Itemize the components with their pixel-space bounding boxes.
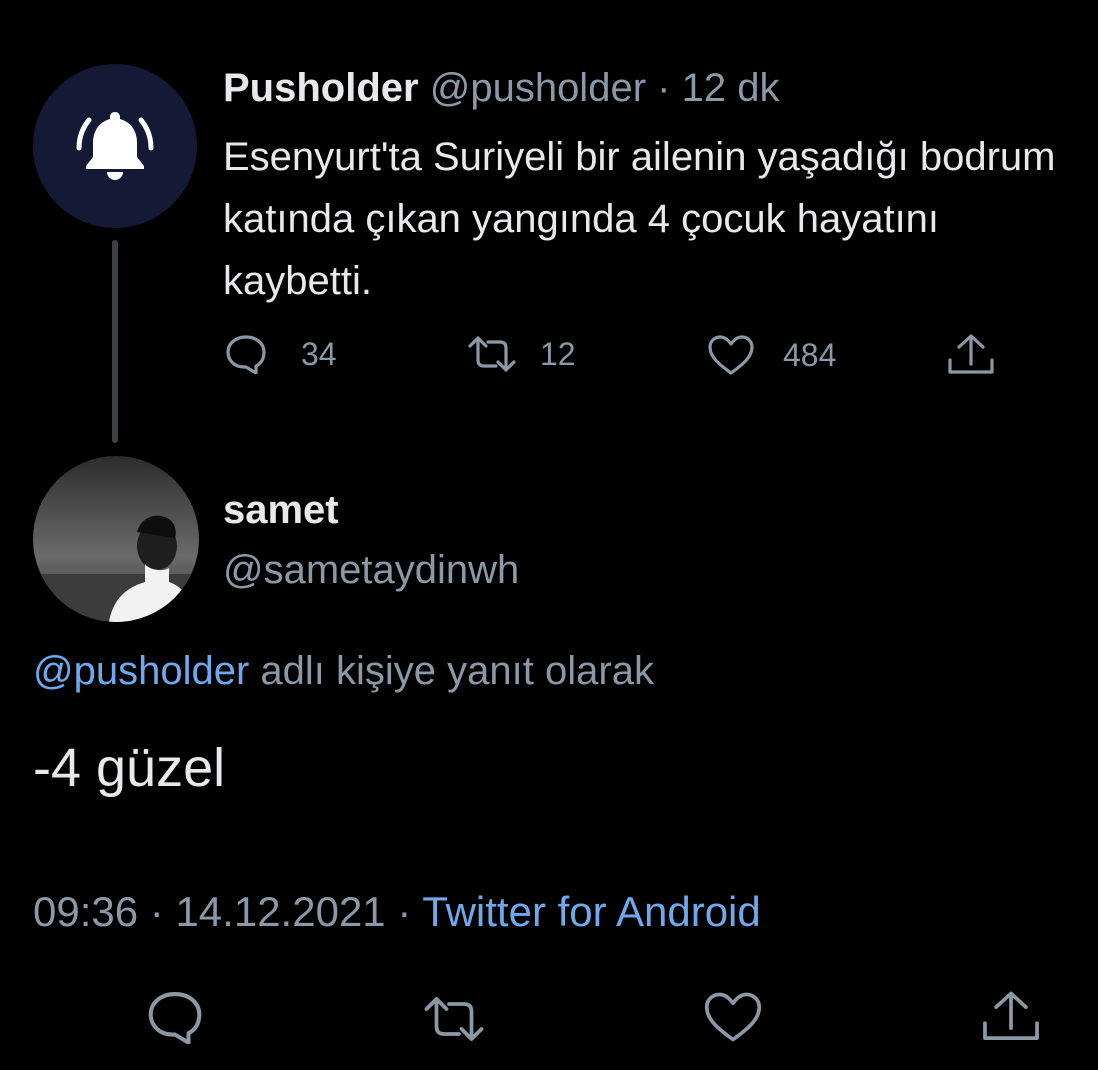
parent-like-button[interactable]: 484 xyxy=(707,334,836,376)
replying-to-line: @pusholder adlı kişiye yanıt olarak xyxy=(33,647,654,695)
reply-tweet-text: -4 güzel xyxy=(33,738,226,798)
thread-connector-line xyxy=(112,240,118,443)
parent-retweet-button[interactable]: 12 xyxy=(466,334,576,374)
timestamp-separator-2: · xyxy=(397,888,412,935)
tweet-date: 14.12.2021 xyxy=(175,888,386,935)
parent-tweet-text: Esenyurt'ta Suriyeli bir ailenin yaşadığ… xyxy=(223,135,1056,303)
parent-reply-button[interactable]: 34 xyxy=(225,334,337,374)
retweet-icon xyxy=(424,997,484,1041)
timestamp-separator-1: · xyxy=(149,888,164,935)
profile-photo xyxy=(33,456,199,622)
retweet-icon xyxy=(468,336,516,372)
reply-handle[interactable]: @sametaydinwh xyxy=(223,546,519,594)
like-icon xyxy=(708,335,754,375)
parent-like-count: 484 xyxy=(783,336,837,373)
bell-icon xyxy=(76,112,154,180)
parent-share-button[interactable] xyxy=(946,332,996,378)
reply-icon xyxy=(226,335,266,374)
share-icon xyxy=(948,334,994,374)
parent-handle[interactable]: @pusholder xyxy=(430,66,646,110)
replying-to-mention[interactable]: @pusholder xyxy=(33,649,249,693)
tweet-timestamp: 09:36 · 14.12.2021 · Twitter for Android xyxy=(33,886,761,938)
bottom-retweet-button[interactable] xyxy=(420,994,488,1049)
reply-display-name[interactable]: samet xyxy=(223,486,339,534)
parent-retweet-count: 12 xyxy=(540,335,576,372)
parent-reply-count: 34 xyxy=(301,335,337,372)
parent-tweet-header: Pusholder @pusholder · 12 dk xyxy=(223,64,779,112)
share-icon xyxy=(983,991,1039,1040)
tweet-time: 09:36 xyxy=(33,888,139,935)
samet-avatar[interactable] xyxy=(33,456,199,622)
bottom-share-button[interactable] xyxy=(980,988,1042,1051)
bottom-reply-button[interactable] xyxy=(146,990,204,1049)
parent-time-ago[interactable]: 12 dk xyxy=(682,66,780,110)
parent-separator: · xyxy=(657,66,671,110)
reply-icon xyxy=(148,992,202,1045)
bottom-like-button[interactable] xyxy=(703,990,763,1049)
like-icon xyxy=(704,992,762,1042)
replying-to-suffix: adlı kişiye yanıt olarak xyxy=(260,649,654,693)
pusholder-avatar[interactable] xyxy=(33,64,197,228)
parent-display-name[interactable]: Pusholder xyxy=(223,66,419,110)
tweet-client[interactable]: Twitter for Android xyxy=(422,888,760,935)
